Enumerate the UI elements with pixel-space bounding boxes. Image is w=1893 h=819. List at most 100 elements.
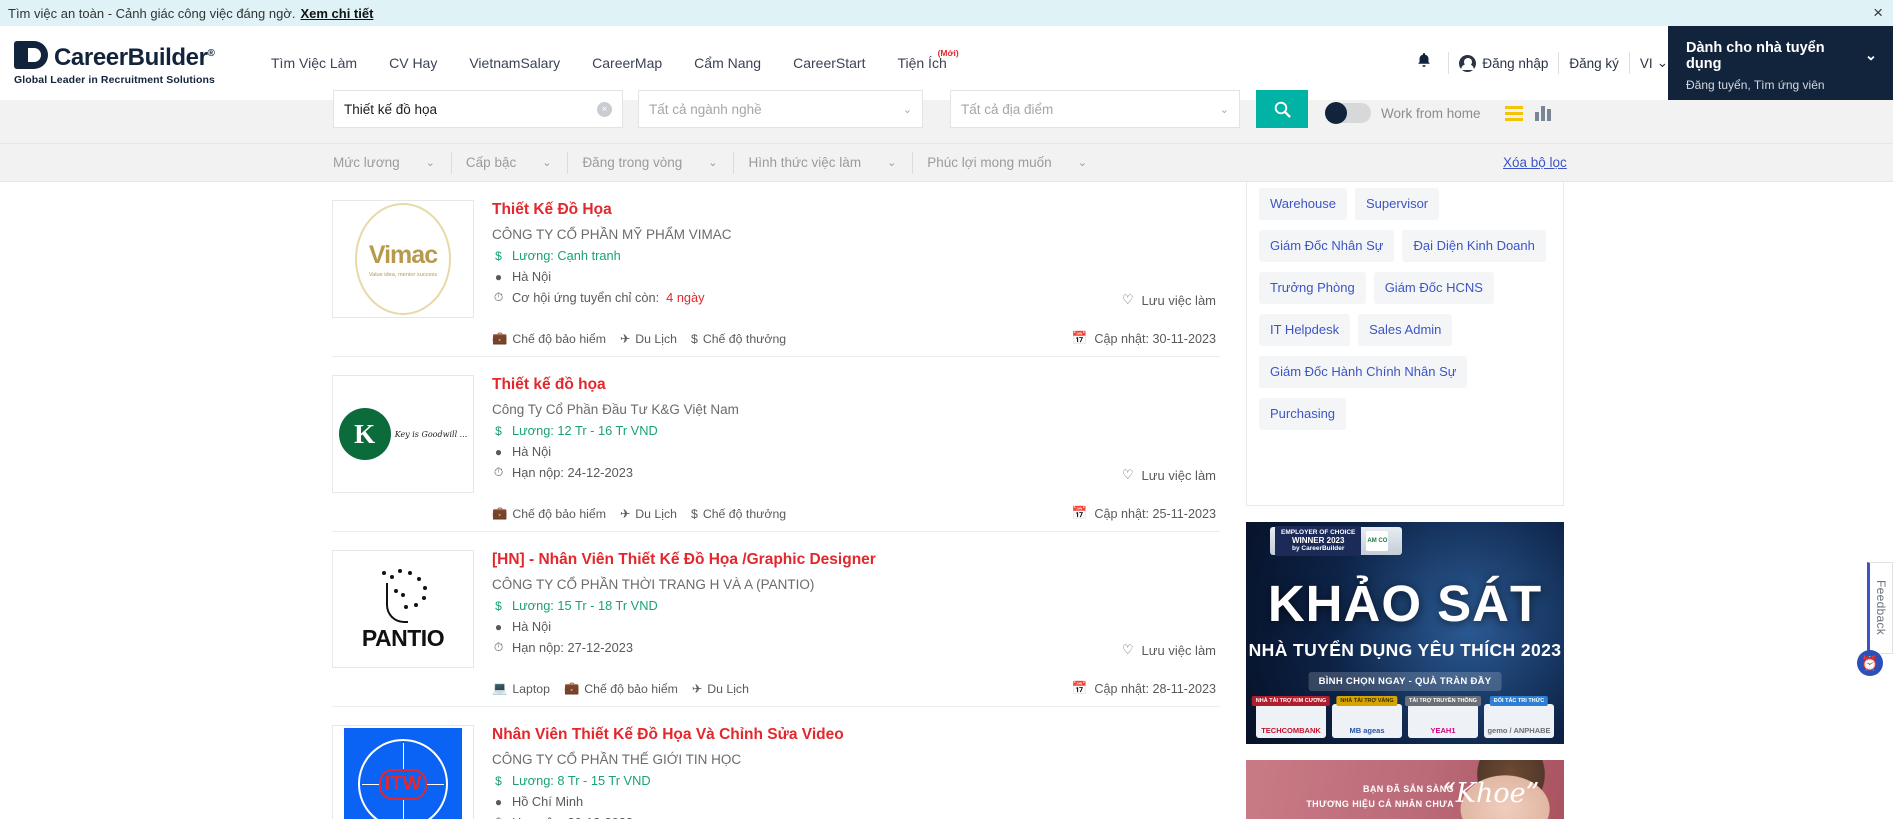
keyword-chip[interactable]: Giám Đốc HCNS (1373, 272, 1494, 304)
benefit-tag: 💼 Chế độ bảo hiểm (492, 331, 606, 346)
job-salary: $ Lương: 8 Tr - 15 Tr VND (492, 773, 1220, 788)
briefcase-icon: 💼 (492, 506, 508, 520)
industry-select[interactable]: Tất cả ngành nghề ⌄ (638, 90, 923, 128)
job-alert-icon[interactable]: ⏰ (1857, 650, 1883, 676)
recruiter-cta[interactable]: Dành cho nhà tuyển dụng ⌄ Đăng tuyển, Tì… (1668, 26, 1893, 100)
survey-banner-cta[interactable]: BÌNH CHỌN NGAY - QUÀ TRÀN ĐẦY (1308, 672, 1502, 691)
job-card[interactable]: K Key is Goodwill ... Thiết kế đồ họa Côn… (332, 357, 1220, 532)
survey-banner-title: KHẢO SÁT (1267, 575, 1543, 632)
personal-brand-banner-text: BẠN ĐÃ SẴN SÀNG THƯƠNG HIỆU CÁ NHÂN CHƯA (1306, 784, 1454, 809)
safety-alert-link[interactable]: Xem chi tiết (300, 6, 373, 21)
recruiter-cta-sub: Đăng tuyển, Tìm ứng viên (1686, 78, 1825, 92)
company-logo: PANTIO (332, 550, 474, 668)
calendar-icon: 📅 (1071, 506, 1088, 520)
clock-icon: ⏱ (493, 290, 504, 304)
job-benefit-tags: 💼 Chế độ bảo hiểm ✈ Du Lịch $ Chế độ thưởng (492, 506, 786, 521)
nav-item-cv-hay[interactable]: CV Hay (373, 49, 453, 77)
close-icon[interactable]: × (1873, 3, 1883, 23)
personal-brand-banner[interactable]: BẠN ĐÃ SẴN SÀNG THƯƠNG HIỆU CÁ NHÂN CHƯA… (1246, 760, 1564, 819)
job-company[interactable]: CÔNG TY CỔ PHẦN MỸ PHẨM VIMAC (492, 227, 1220, 242)
keyword-chip[interactable]: Supervisor (1355, 188, 1440, 220)
signup-button[interactable]: Đăng ký (1569, 56, 1619, 71)
notification-bell-icon[interactable] (1410, 52, 1438, 74)
nav-item-careermap[interactable]: CareerMap (576, 49, 678, 77)
briefcase-icon: 💼 (563, 681, 580, 695)
work-from-home-filter[interactable]: Work from home (1325, 102, 1481, 124)
save-job-button[interactable]: ♡ Lưu việc làm (1122, 642, 1216, 658)
filter-muc-luong[interactable]: Mức lương ⌄ (333, 151, 452, 174)
nav-item-tien-ich[interactable]: Tiện Ích (Mới) (881, 48, 962, 77)
keyword-chip[interactable]: Trưởng Phòng (1259, 272, 1366, 304)
nav-item-cam-nang[interactable]: Cẩm Nang (678, 49, 777, 77)
list-view-icon[interactable] (1505, 106, 1523, 121)
chevron-down-icon: ⌄ (542, 157, 552, 169)
company-logo: ITW (332, 725, 474, 819)
survey-banner[interactable]: EMPLOYER OF CHOICE WINNER 2023 by Career… (1246, 522, 1564, 744)
chevron-down-icon: ⌄ (1077, 157, 1087, 169)
keyword-chip[interactable]: Sales Admin (1358, 314, 1453, 346)
keyword-chip[interactable]: Giám Đốc Nhân Sự (1259, 230, 1395, 262)
logo[interactable]: CareerBuilder® Global Leader in Recruitm… (0, 40, 255, 86)
job-deadline: ⏱ Hạn nộp: 24-12-2023 (493, 465, 633, 480)
chevron-down-icon: ⌄ (1864, 48, 1877, 64)
calendar-icon: 📅 (1071, 331, 1088, 345)
location-pin-icon: ● (494, 444, 503, 459)
job-title[interactable]: Thiết kế đồ họa (492, 375, 1220, 395)
keyword-chip[interactable]: Warehouse (1259, 188, 1347, 220)
chevron-down-icon: ⌄ (902, 103, 912, 116)
save-job-button[interactable]: ♡ Lưu việc làm (1122, 467, 1216, 483)
search-bar: Thiết kế đồ họa × Tất cả ngành nghề ⌄ Tấ… (0, 90, 1893, 144)
dollar-icon: $ (495, 773, 502, 788)
location-select-value: Tất cả địa điểm (961, 101, 1054, 117)
job-company[interactable]: CÔNG TY CỔ PHẦN THẾ GIỚI TIN HỌC (492, 752, 1220, 767)
job-card[interactable]: PANTIO [HN] - Nhân Viên Thiết Kế Đồ Họa … (332, 532, 1220, 707)
safety-alert-bar: Tìm việc an toàn - Cảnh giác công việc đ… (0, 0, 1893, 26)
grid-view-icon[interactable] (1535, 106, 1551, 121)
award-badge: EMPLOYER OF CHOICE WINNER 2023 by Career… (1270, 526, 1402, 556)
feedback-tab[interactable]: Feedback (1867, 562, 1893, 654)
search-input[interactable]: Thiết kế đồ họa × (333, 90, 623, 128)
job-title[interactable]: Thiết Kế Đồ Họa (492, 200, 1220, 220)
clear-filters-link[interactable]: Xóa bộ lọc (1503, 155, 1567, 170)
job-card[interactable]: ITW Nhân Viên Thiết Kế Đồ Họa Và Chỉnh S… (332, 707, 1220, 819)
search-button[interactable] (1256, 90, 1308, 128)
plane-icon: ✈ (619, 506, 631, 521)
heart-icon: ♡ (1121, 642, 1134, 657)
job-company[interactable]: CÔNG TY CỔ PHẦN THỜI TRANG H VÀ A (PANTI… (492, 577, 1220, 592)
page-body: Vimac Value idea, mentor success Thiết Kế… (0, 182, 1893, 819)
job-results-list: Vimac Value idea, mentor success Thiết Kế… (332, 182, 1220, 819)
nav-item-careerstart[interactable]: CareerStart (777, 49, 881, 77)
job-deadline-value: 4 ngày (666, 290, 705, 305)
heart-icon: ♡ (1121, 467, 1134, 482)
job-company[interactable]: Công Ty Cổ Phần Đầu Tư K&G Việt Nam (492, 402, 1220, 417)
location-select[interactable]: Tất cả địa điểm ⌄ (950, 90, 1240, 128)
dollar-icon: $ (690, 506, 698, 521)
work-from-home-toggle[interactable] (1325, 102, 1371, 124)
filter-dang-trong-vong[interactable]: Đăng trong vòng ⌄ (582, 151, 735, 174)
language-selector[interactable]: VI ⌄ (1640, 55, 1668, 71)
job-salary: $ Lương: 15 Tr - 18 Tr VND (492, 598, 1220, 613)
job-title[interactable]: Nhân Viên Thiết Kế Đồ Họa Và Chỉnh Sửa V… (492, 725, 1220, 745)
job-updated: 📅 Cập nhật: 28-11-2023 (1071, 681, 1216, 696)
nav-item-tim-viec-lam[interactable]: Tìm Việc Làm (255, 49, 373, 77)
job-salary: $ Lương: 12 Tr - 16 Tr VND (492, 423, 1220, 438)
job-card[interactable]: Vimac Value idea, mentor success Thiết Kế… (332, 182, 1220, 357)
clear-search-icon[interactable]: × (597, 101, 612, 117)
keyword-chip[interactable]: Giám Đốc Hành Chính Nhân Sự (1259, 356, 1468, 388)
location-pin-icon: ● (494, 794, 503, 809)
save-job-button[interactable]: ♡ Lưu việc làm (1122, 292, 1216, 308)
filter-hinh-thuc-viec-lam[interactable]: Hình thức việc làm ⌄ (748, 151, 914, 174)
keyword-chip[interactable]: Purchasing (1259, 398, 1347, 430)
filter-cap-bac[interactable]: Cấp bậc ⌄ (466, 151, 569, 174)
clock-icon: ⏱ (493, 465, 504, 479)
search-input-value: Thiết kế đồ họa (344, 101, 438, 117)
job-location: ● Hà Nội (492, 619, 1220, 634)
chevron-down-icon: ⌄ (1656, 55, 1668, 70)
user-icon (1459, 54, 1477, 72)
keyword-chip[interactable]: Đại Diện Kinh Doanh (1402, 230, 1546, 262)
keyword-chip[interactable]: IT Helpdesk (1259, 314, 1351, 346)
nav-item-vietnamsalary[interactable]: VietnamSalary (453, 49, 576, 77)
login-button[interactable]: Đăng nhập (1459, 54, 1548, 72)
filter-phuc-loi-mong-muon[interactable]: Phúc lợi mong muốn ⌄ (927, 152, 1103, 174)
job-title[interactable]: [HN] - Nhân Viên Thiết Kế Đồ Họa /Graphi… (492, 550, 1220, 570)
